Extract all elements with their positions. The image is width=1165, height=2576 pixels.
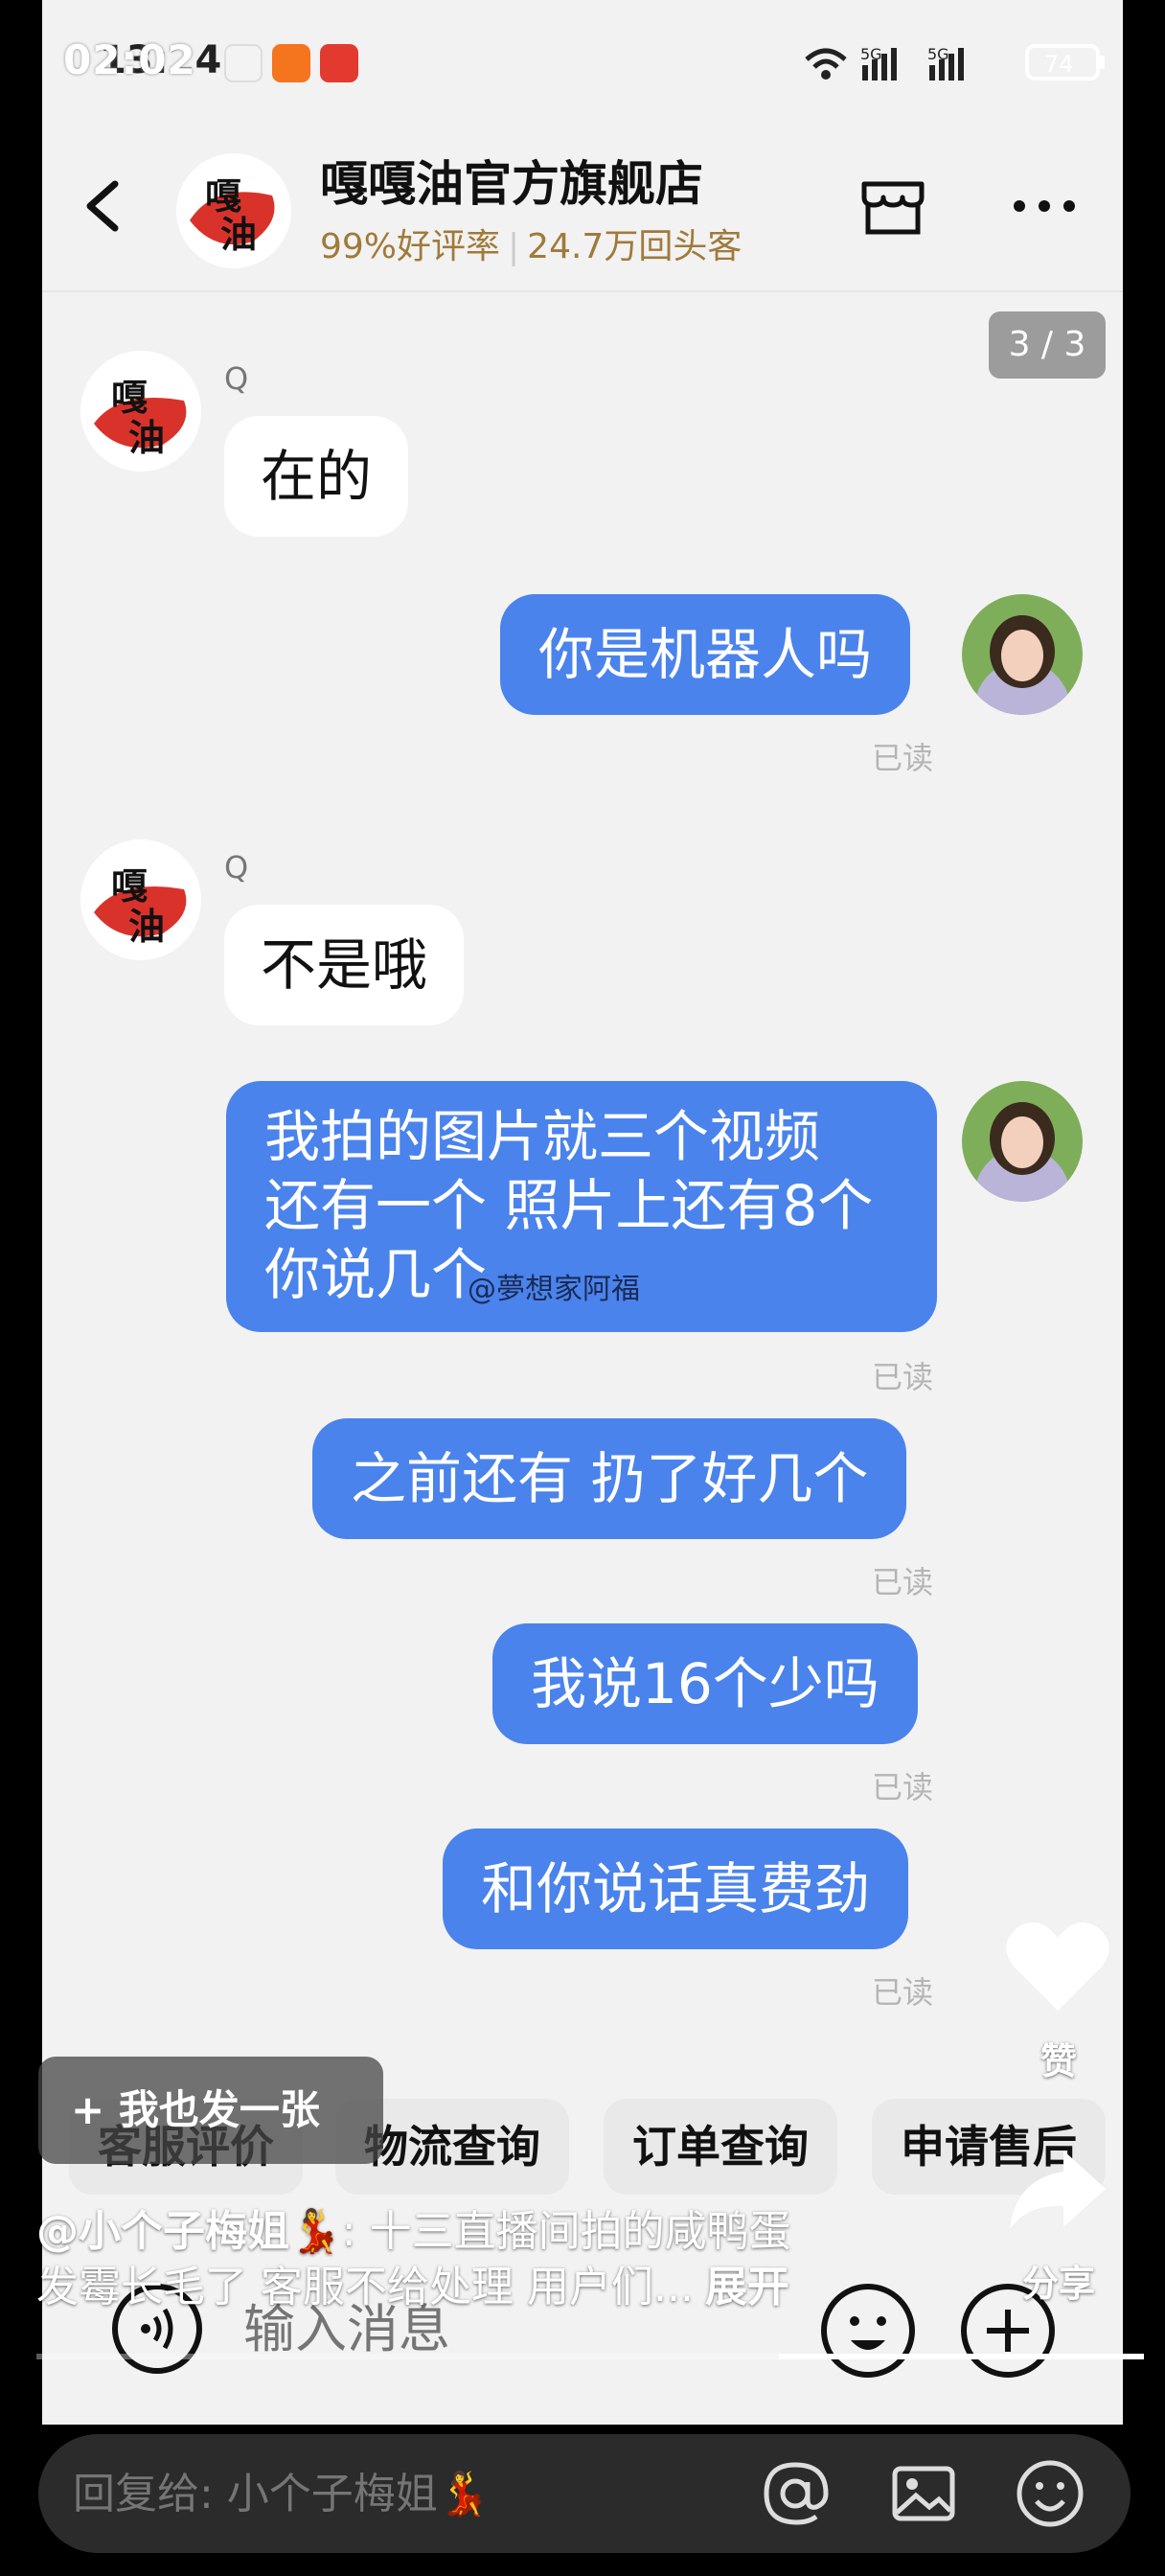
app-notification-icon (224, 44, 263, 82)
message-bubble-user[interactable]: 你是机器人吗 (500, 594, 911, 715)
svg-text:5G: 5G (860, 45, 882, 63)
comment-bar (38, 2434, 1131, 2553)
read-status: 已读 (872, 1769, 934, 1806)
quick-action-order-query[interactable]: 订单查询 (604, 2099, 837, 2195)
message-bubble-user[interactable]: 之前还有 扔了好几个 (312, 1418, 907, 1539)
shop-stats: 99%好评率 | 24.7万回头客 (320, 227, 742, 266)
progress-fill (778, 2354, 1144, 2359)
status-bar: 13:24 02:02 5G 5G 74 (42, 0, 1123, 125)
read-status: 已读 (872, 1564, 934, 1600)
message-line: 我拍的图片就三个视频 (264, 1104, 821, 1169)
shop-name[interactable]: 嘎嘎油官方旗舰店 (320, 146, 703, 215)
shop-logo: 嘎 油 (176, 153, 291, 268)
chat-header: 嘎 油 嘎嘎油官方旗舰店 99%好评率 | 24.7万回头客 (42, 125, 1123, 292)
svg-text:5G: 5G (927, 45, 949, 63)
heart-icon[interactable] (1002, 1917, 1113, 2016)
read-status: 已读 (872, 740, 934, 776)
rating-text: 99%好评率 (320, 227, 501, 266)
status-icons: 5G 5G 74 (805, 44, 1105, 80)
mention-icon[interactable] (759, 2457, 832, 2530)
battery-level: 74 (1044, 51, 1074, 78)
user-avatar (962, 1081, 1083, 1202)
caption-text-line2: 发霉长毛了 客服不给处理 用户们... (36, 2263, 694, 2312)
post-photo-button[interactable]: + 我也发一张 (38, 2057, 383, 2164)
image-icon[interactable] (887, 2457, 960, 2530)
emoji-icon[interactable] (1014, 2457, 1086, 2530)
share-label: 分享 (1021, 2263, 1095, 2305)
read-status: 已读 (872, 1359, 934, 1395)
caption-text: : 十三直播间拍的咸鸭蛋 (341, 2207, 791, 2256)
comment-input[interactable] (73, 2455, 763, 2532)
caption-username[interactable]: @小个子梅姐💃 (36, 2207, 342, 2256)
back-icon[interactable] (71, 172, 138, 240)
like-label: 赞 (1039, 2040, 1077, 2082)
video-progress-bar[interactable] (36, 2354, 1144, 2359)
message-bubble-agent[interactable]: 在的 (224, 416, 409, 537)
svg-text:油: 油 (128, 416, 165, 459)
agent-avatar: 嘎 油 (80, 351, 201, 472)
message-line: 还有一个 照片上还有8个 (264, 1173, 874, 1238)
svg-text:嘎: 嘎 (111, 864, 148, 908)
agent-avatar: 嘎 油 (80, 840, 201, 960)
app-notification-icon (320, 44, 358, 82)
status-time-overlay: 02:02 (63, 36, 196, 83)
agent-label: Q (224, 360, 249, 397)
repeat-customers-text: 24.7万回头客 (527, 227, 742, 266)
more-icon[interactable] (1006, 172, 1083, 240)
svg-text:油: 油 (220, 213, 257, 256)
page-indicator: 3 / 3 (989, 311, 1106, 379)
expand-link[interactable]: 展开 (705, 2263, 789, 2312)
svg-text:嘎: 嘎 (205, 174, 241, 218)
svg-text:油: 油 (128, 905, 165, 948)
message-bubble-user[interactable]: 我说16个少吗 (492, 1623, 918, 1744)
post-caption: @小个子梅姐💃: 十三直播间拍的咸鸭蛋 发霉长毛了 客服不给处理 用户们... 展… (36, 2204, 994, 2315)
agent-label: Q (224, 849, 249, 886)
svg-text:嘎: 嘎 (111, 376, 148, 419)
user-avatar (962, 594, 1083, 715)
share-icon[interactable] (1006, 2147, 1108, 2233)
store-icon[interactable] (857, 171, 929, 243)
read-status: 已读 (872, 1974, 934, 2011)
message-bubble-agent[interactable]: 不是哦 (224, 905, 465, 1025)
message-bubble-user[interactable]: 和你说话真费劲 (443, 1828, 909, 1949)
watermark-text: @夢想家阿福 (468, 1273, 640, 1306)
app-notification-icon (272, 44, 310, 82)
